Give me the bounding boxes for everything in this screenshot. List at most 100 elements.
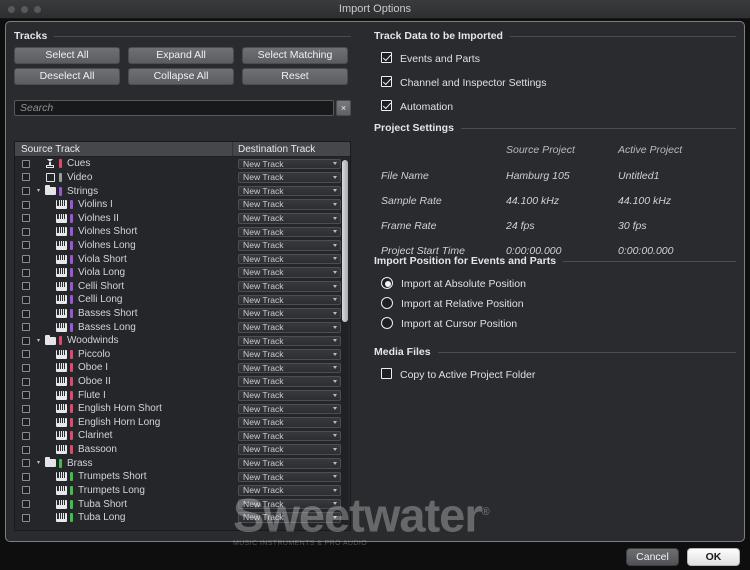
track-row[interactable]: Tuba Short New Track [15,497,350,511]
destination-track-select[interactable]: New Track [238,349,341,360]
track-checkbox[interactable] [22,214,30,223]
track-row[interactable]: Viola Long New Track [15,266,350,280]
track-checkbox[interactable] [22,241,30,250]
track-checkbox[interactable] [22,363,30,372]
track-checkbox[interactable] [22,227,30,236]
destination-track-select[interactable]: New Track [238,158,341,170]
track-row[interactable]: Cues New Track [15,157,350,171]
destination-track-select[interactable]: New Track [238,389,341,401]
cancel-button[interactable]: Cancel [626,548,679,566]
track-row[interactable]: Oboe II New Track [15,375,350,389]
destination-track-select[interactable]: New Track [238,335,341,347]
track-row[interactable]: Viola Short New Track [15,252,350,266]
destination-track-select[interactable]: New Track [238,308,341,319]
track-checkbox[interactable] [22,187,30,196]
select-matching-button[interactable]: Select Matching [242,47,348,64]
track-row[interactable]: Celli Long New Track [15,293,350,307]
events-and-parts-checkbox[interactable] [381,52,392,63]
track-checkbox[interactable] [22,350,30,359]
track-checkbox[interactable] [22,159,30,168]
track-row[interactable]: Piccolo New Track [15,348,350,362]
automation-checkbox[interactable] [381,100,392,111]
deselect-all-button[interactable]: Deselect All [14,68,120,85]
destination-track-select[interactable]: New Track [238,376,341,387]
track-checkbox[interactable] [22,486,30,495]
disclosure-triangle-icon[interactable]: ▾ [34,338,43,344]
destination-track-select[interactable]: New Track [238,240,341,251]
track-checkbox[interactable] [22,255,30,264]
track-checkbox[interactable] [22,500,30,509]
import-position-cursor-radio[interactable] [381,317,393,329]
collapse-all-button[interactable]: Collapse All [128,68,234,85]
track-checkbox[interactable] [22,336,30,345]
track-checkbox[interactable] [22,173,30,182]
expand-all-button[interactable]: Expand All [128,47,234,64]
ok-button[interactable]: OK [687,548,740,566]
destination-track-select[interactable]: New Track [238,185,341,197]
track-checkbox[interactable] [22,418,30,427]
track-checkbox[interactable] [22,309,30,318]
track-row[interactable]: Tuba Long New Track [15,511,350,525]
search-clear-icon[interactable]: × [336,100,351,116]
track-checkbox[interactable] [22,295,30,304]
reset-button[interactable]: Reset [242,68,348,85]
track-row[interactable]: Violnes Long New Track [15,239,350,253]
track-list-scrollbar-thumb[interactable] [341,160,348,322]
track-row[interactable]: Basses Short New Track [15,307,350,321]
destination-track-select[interactable]: New Track [238,226,341,238]
import-position-absolute-radio[interactable] [381,277,393,289]
track-checkbox[interactable] [22,323,30,332]
destination-track-select[interactable]: New Track [238,417,341,428]
destination-track-select[interactable]: New Track [238,485,341,496]
track-row[interactable]: ▾ Strings New Track [15,184,350,198]
track-checkbox[interactable] [22,377,30,386]
track-row[interactable]: ▾ Woodwinds New Track [15,334,350,348]
track-row[interactable]: Clarinet New Track [15,429,350,443]
destination-track-select[interactable]: New Track [238,403,341,415]
disclosure-triangle-icon[interactable]: ▾ [34,460,43,466]
copy-to-active-project-folder-checkbox[interactable] [381,368,392,379]
track-checkbox[interactable] [22,445,30,454]
track-checkbox[interactable] [22,513,30,522]
track-row[interactable]: Violnes II New Track [15,211,350,225]
track-checkbox[interactable] [22,472,30,481]
destination-track-select[interactable]: New Track [238,458,341,469]
track-row[interactable]: Flute I New Track [15,388,350,402]
destination-track-select[interactable]: New Track [238,471,341,483]
track-checkbox[interactable] [22,282,30,291]
track-checkbox[interactable] [22,459,30,468]
destination-track-select[interactable]: New Track [238,430,341,442]
track-row[interactable]: Bassoon New Track [15,443,350,457]
destination-track-select[interactable]: New Track [238,267,341,279]
disclosure-triangle-icon[interactable]: ▾ [34,188,43,194]
track-checkbox[interactable] [22,404,30,413]
destination-track-select[interactable]: New Track [238,321,341,333]
track-row[interactable]: English Horn Long New Track [15,416,350,430]
channel-inspector-settings-checkbox[interactable] [381,76,392,87]
track-row[interactable]: Trumpets Long New Track [15,484,350,498]
destination-track-select[interactable]: New Track [238,512,341,524]
destination-track-select[interactable]: New Track [238,362,341,374]
destination-track-select[interactable]: New Track [238,281,341,292]
search-input[interactable] [14,100,334,116]
track-row[interactable]: Violnes Short New Track [15,225,350,239]
track-checkbox[interactable] [22,268,30,277]
destination-track-select[interactable]: New Track [238,253,341,265]
track-row[interactable]: Celli Short New Track [15,279,350,293]
track-row[interactable]: Video New Track [15,171,350,185]
track-checkbox[interactable] [22,431,30,440]
track-row[interactable]: English Horn Short New Track [15,402,350,416]
track-checkbox[interactable] [22,391,30,400]
destination-track-select[interactable]: New Track [238,294,341,306]
import-position-relative-radio[interactable] [381,297,393,309]
track-row[interactable]: Violins I New Track [15,198,350,212]
destination-track-select[interactable]: New Track [238,213,341,224]
track-row[interactable]: Oboe I New Track [15,361,350,375]
destination-track-select[interactable]: New Track [238,444,341,455]
destination-track-select[interactable]: New Track [238,172,341,183]
track-row[interactable]: ▾ Brass New Track [15,456,350,470]
track-row[interactable]: Basses Long New Track [15,320,350,334]
destination-track-select[interactable]: New Track [238,199,341,211]
track-checkbox[interactable] [22,200,30,209]
select-all-button[interactable]: Select All [14,47,120,64]
